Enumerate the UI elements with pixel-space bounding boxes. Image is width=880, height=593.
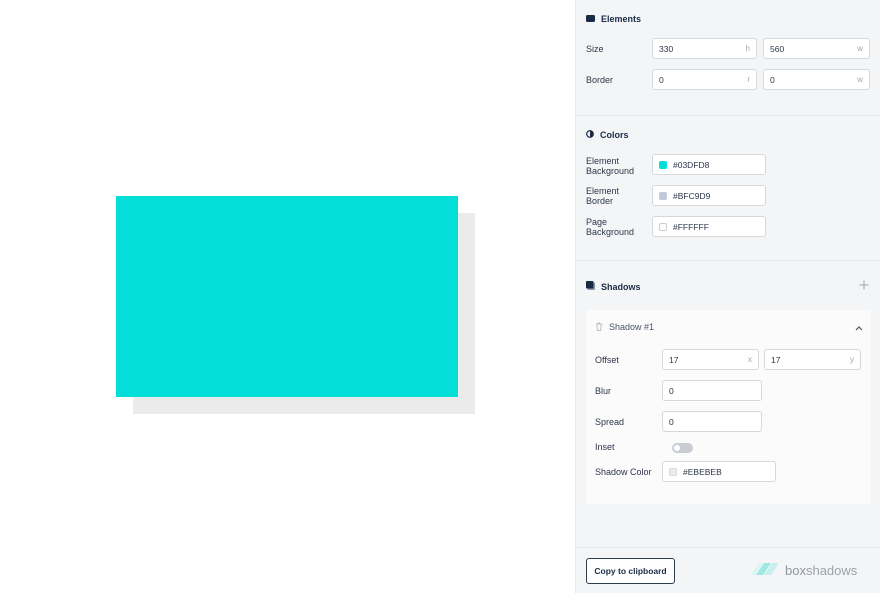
rectangle-icon (586, 14, 595, 24)
preview-canvas (0, 0, 575, 593)
element-background-value: #03DFD8 (673, 159, 710, 170)
elements-header: Elements (586, 14, 641, 24)
contrast-icon (586, 130, 594, 140)
size-width-value: 560 (770, 43, 785, 54)
page-background-label-line1: Page (586, 217, 608, 227)
shadow-color-label: Shadow Color (595, 467, 652, 477)
shadow-color-field[interactable]: #EBEBEB (662, 461, 776, 482)
size-height-value: 330 (659, 43, 674, 54)
offset-y-value: 17 (771, 354, 781, 365)
shadow-card-header[interactable]: Shadow #1 (586, 310, 871, 344)
shadow-title: Shadow #1 (609, 322, 655, 332)
inset-toggle[interactable] (672, 443, 693, 453)
size-width-field[interactable]: 560 w (763, 38, 870, 59)
brand-name: boxshadows (785, 563, 857, 578)
spread-field[interactable]: 0 (662, 411, 762, 432)
border-width-field[interactable]: 0 w (763, 69, 870, 90)
spread-value: 0 (669, 416, 674, 427)
shadows-header: Shadows (586, 281, 641, 292)
inset-toggle-knob (674, 445, 680, 451)
size-width-unit: w (857, 44, 863, 53)
border-width-unit: w (857, 75, 863, 84)
shadow-color-value: #EBEBEB (683, 466, 722, 477)
brand-prefix: box (785, 562, 806, 578)
brand-suffix: shadows (805, 562, 858, 578)
page-background-swatch[interactable] (659, 222, 667, 231)
logo-icon (751, 561, 781, 579)
element-background-label: Element Background (586, 156, 634, 176)
element-background-label-line2: Background (586, 166, 635, 176)
element-border-label: Element Border (586, 186, 619, 206)
size-label: Size (586, 44, 604, 54)
border-radius-value: 0 (659, 74, 664, 85)
border-radius-field[interactable]: 0 r (652, 69, 757, 90)
offset-x-unit: x (748, 355, 752, 364)
copy-to-clipboard-button[interactable]: Copy to clipboard (586, 558, 675, 584)
shadow-card: Shadow #1 Offset 17 x 17 y Blur 0 Spread… (586, 310, 871, 504)
preview-element (116, 196, 458, 397)
plus-icon[interactable] (858, 279, 870, 291)
elements-section: Elements Size 330 h 560 w Border 0 r 0 w (576, 0, 880, 116)
blur-value: 0 (669, 385, 674, 396)
colors-header: Colors (586, 130, 629, 140)
chevron-up-icon[interactable] (855, 323, 863, 333)
trash-icon[interactable] (595, 322, 603, 333)
border-radius-unit: r (747, 75, 750, 84)
element-border-label-line1: Element (586, 186, 620, 196)
element-background-label-line1: Element (586, 156, 620, 166)
elements-title: Elements (601, 14, 642, 24)
spread-label: Spread (595, 417, 625, 427)
page-background-value: #FFFFFF (673, 221, 709, 232)
border-width-value: 0 (770, 74, 775, 85)
blur-label: Blur (595, 386, 612, 396)
page-background-color-field[interactable]: #FFFFFF (652, 216, 766, 237)
page-background-label: Page Background (586, 217, 634, 237)
element-background-color-field[interactable]: #03DFD8 (652, 154, 766, 175)
blur-field[interactable]: 0 (662, 380, 762, 401)
offset-y-unit: y (850, 355, 854, 364)
settings-panel: Elements Size 330 h 560 w Border 0 r 0 w… (575, 0, 880, 593)
layers-icon (586, 281, 595, 292)
element-background-swatch[interactable] (659, 160, 667, 169)
border-label: Border (586, 75, 614, 85)
offset-y-field[interactable]: 17 y (764, 349, 861, 370)
size-height-unit: h (745, 44, 750, 53)
element-border-label-line2: Border (586, 196, 614, 206)
colors-section: Colors Element Background #03DFD8 Elemen… (576, 116, 880, 261)
size-height-field[interactable]: 330 h (652, 38, 757, 59)
page-background-label-line2: Background (586, 227, 635, 237)
colors-title: Colors (600, 130, 629, 140)
offset-x-value: 17 (669, 354, 679, 365)
element-border-swatch[interactable] (659, 191, 667, 200)
inset-label: Inset (595, 442, 615, 452)
element-border-value: #BFC9D9 (673, 190, 711, 201)
shadow-color-swatch[interactable] (669, 467, 677, 476)
footer: Copy to clipboard boxshadows (576, 547, 880, 593)
offset-x-field[interactable]: 17 x (662, 349, 759, 370)
element-border-color-field[interactable]: #BFC9D9 (652, 185, 766, 206)
offset-label: Offset (595, 355, 619, 365)
shadows-title: Shadows (601, 281, 641, 292)
brand-logo: boxshadows (751, 561, 857, 579)
